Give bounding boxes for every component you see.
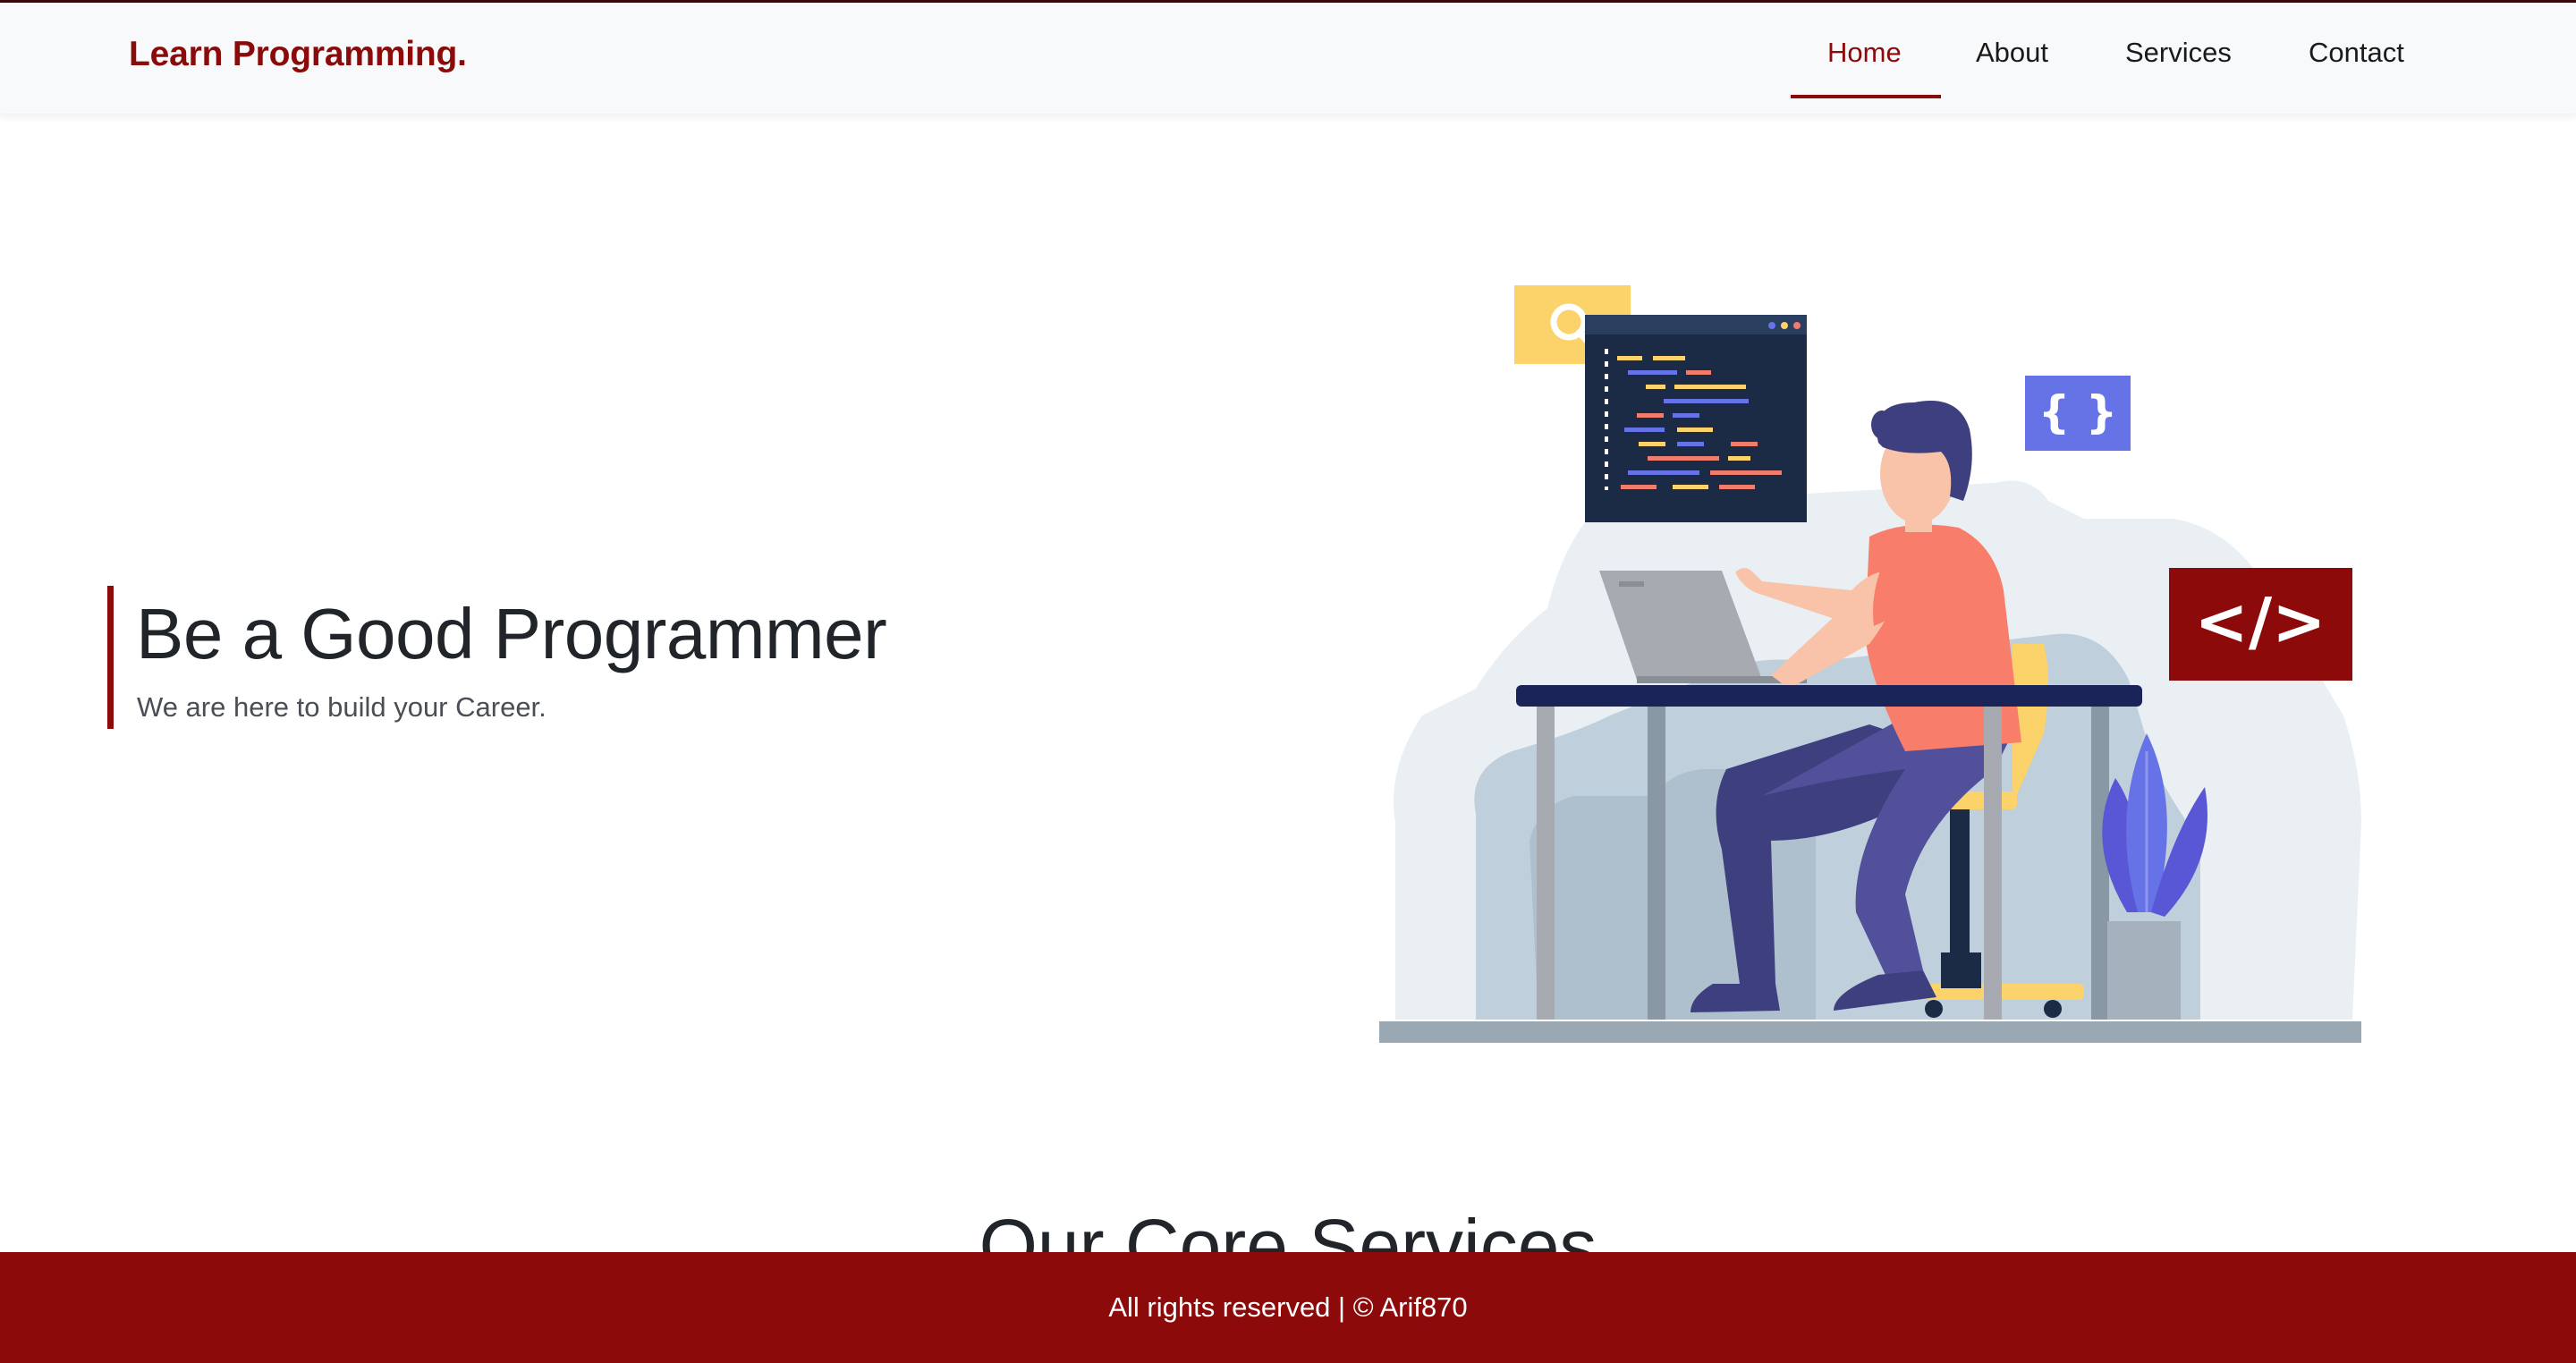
programmer-illustration: { } </>	[1379, 285, 2361, 1043]
hero-subtitle: We are here to build your Career.	[137, 691, 547, 723]
footer-copyright: All rights reserved | © Arif870	[1108, 1291, 1468, 1323]
hero-accent-bar	[107, 586, 114, 729]
hero-text: Be a Good Programmer We are here to buil…	[107, 586, 1002, 729]
nav-services[interactable]: Services	[2125, 37, 2232, 69]
brand-logo[interactable]: Learn Programming.	[129, 35, 467, 74]
code-window	[1585, 315, 1807, 522]
svg-text:</>: </>	[2195, 584, 2326, 659]
nav-home[interactable]: Home	[1827, 37, 1902, 69]
nav-about[interactable]: About	[1976, 37, 2048, 69]
code-tag-icon: </>	[2169, 568, 2352, 681]
svg-text:{ }: { }	[2038, 386, 2118, 438]
curly-braces-icon: { }	[2025, 376, 2131, 451]
active-nav-indicator	[1791, 95, 1941, 98]
hero-title: Be a Good Programmer	[136, 594, 887, 673]
navbar: Learn Programming. Home About Services C…	[0, 3, 2576, 114]
nav-contact[interactable]: Contact	[2309, 37, 2404, 69]
footer: All rights reserved | © Arif870	[0, 1252, 2576, 1363]
